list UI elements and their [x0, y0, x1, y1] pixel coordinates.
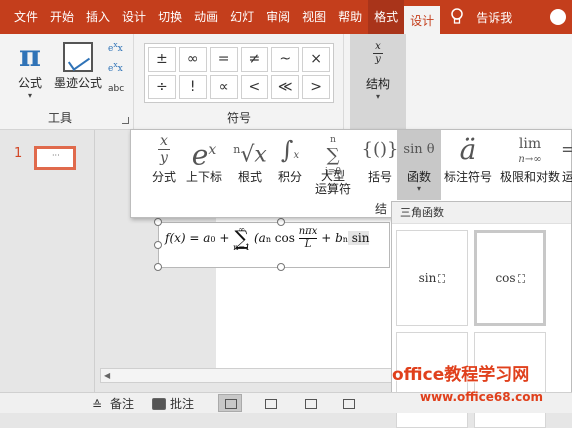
notes-button[interactable]: ≙ 备注: [92, 395, 134, 412]
ribbon: π 公式 ▾ 墨迹公式 exx exx abc 工具 ± ∞ = ≠ ~ × ÷…: [0, 34, 572, 130]
fraction-icon: x y: [350, 42, 406, 65]
ink-equation-icon: [63, 42, 93, 72]
symbol-plus-minus[interactable]: ±: [148, 47, 176, 72]
tab-design[interactable]: 设计: [116, 0, 152, 34]
watermark-url: www.office68.com: [420, 390, 544, 404]
slide-thumbnail[interactable]: ···: [34, 146, 76, 170]
tell-me-label: 告诉我: [476, 10, 513, 25]
tab-help[interactable]: 帮助: [332, 0, 368, 34]
symbol-times[interactable]: ×: [302, 47, 330, 72]
limit-log-button[interactable]: lim n→∞ 极限和对数: [499, 130, 561, 200]
notes-icon: ≙: [92, 397, 103, 412]
tab-animations[interactable]: 动画: [188, 0, 224, 34]
dialog-launcher-icon[interactable]: [122, 117, 129, 124]
symbol-tilde[interactable]: ~: [271, 47, 300, 72]
equation-content[interactable]: f(x) = a0 + ∞ ∑ n=1 (an cos nπx L + bn s…: [165, 225, 370, 252]
equation-textbox[interactable]: f(x) = a0 + ∞ ∑ n=1 (an cos nπx L + bn s…: [154, 218, 390, 271]
symbol-proportional[interactable]: ∝: [209, 74, 238, 99]
chevron-down-icon: ▾: [27, 91, 32, 100]
normal-view-button[interactable]: [218, 394, 242, 412]
summation-icon: n ∑ i=0: [324, 135, 342, 177]
account-icon[interactable]: [550, 9, 566, 25]
group-tools: π 公式 ▾ 墨迹公式 exx exx abc 工具: [0, 34, 134, 130]
symbols-group-label: 符号: [226, 111, 251, 125]
lightbulb-icon: [451, 8, 463, 24]
structures-label: 结构: [365, 77, 390, 91]
slide-thumbnail-pane: 1 ···: [0, 130, 95, 392]
function-icon: sin θ: [403, 142, 435, 157]
symbol-divide[interactable]: ÷: [148, 74, 176, 99]
placeholder-box-icon: [438, 273, 446, 283]
symbol-infinity[interactable]: ∞: [178, 47, 207, 72]
comments-button[interactable]: 批注: [152, 395, 194, 412]
placeholder-box-icon: [517, 273, 525, 283]
equation-button[interactable]: π 公式 ▾: [10, 39, 50, 101]
tab-insert[interactable]: 插入: [80, 0, 116, 34]
tell-me[interactable]: 告诉我: [450, 8, 512, 26]
equation-label: 公式: [17, 76, 42, 90]
resize-handle[interactable]: [154, 241, 162, 249]
resize-handle[interactable]: [277, 263, 285, 271]
symbol-much-less[interactable]: ≪: [271, 74, 300, 99]
ribbon-tab-bar: 文件 开始 插入 设计 切换 动画 幻灯 审阅 视图 帮助 格式 设计 告诉我: [0, 0, 572, 34]
tab-format[interactable]: 格式: [368, 0, 405, 34]
slideshow-icon: [343, 399, 355, 409]
normal-text-button[interactable]: abc: [108, 84, 124, 94]
tab-slideshow[interactable]: 幻灯: [224, 0, 260, 34]
cos-function-item[interactable]: cos: [474, 230, 546, 326]
slide-sorter-icon: [265, 399, 277, 409]
scroll-left-icon[interactable]: ◀: [104, 371, 110, 380]
slide-number: 1: [14, 146, 23, 161]
tab-view[interactable]: 视图: [296, 0, 332, 34]
operator-icon: =: [561, 139, 572, 160]
linear-icon[interactable]: exx: [108, 60, 123, 74]
slide-sorter-button[interactable]: [258, 394, 282, 412]
tab-equation-design[interactable]: 设计: [404, 6, 441, 34]
reading-view-icon: [305, 399, 317, 409]
tab-transitions[interactable]: 切换: [152, 0, 188, 34]
group-symbols: ± ∞ = ≠ ~ × ÷ ! ∝ < ≪ > 符号: [134, 34, 344, 130]
superscript-icon: ex: [191, 138, 217, 172]
resize-handle[interactable]: [154, 263, 162, 271]
symbol-less-than[interactable]: <: [240, 74, 269, 99]
gallery-heading: 三角函数: [392, 202, 571, 224]
limit-icon: lim n→∞: [518, 136, 542, 165]
symbol-greater-than[interactable]: >: [302, 74, 330, 99]
tab-file[interactable]: 文件: [8, 0, 44, 34]
large-operator-button[interactable]: n ∑ i=0 大型 运算符: [307, 130, 359, 200]
tools-group-label: 工具: [47, 111, 72, 125]
horizontal-scrollbar[interactable]: ◀: [100, 368, 392, 383]
accent-icon: ä: [459, 133, 477, 166]
accent-button[interactable]: ä 标注符号: [441, 130, 495, 200]
ink-equation-button[interactable]: 墨迹公式: [52, 40, 104, 91]
structures-group-label: 结: [375, 202, 388, 216]
sin-function-item[interactable]: sin: [396, 230, 468, 326]
symbol-gallery: ± ∞ = ≠ ~ × ÷ ! ∝ < ≪ >: [144, 43, 334, 103]
chevron-down-icon: ▾: [375, 92, 380, 101]
resize-handle[interactable]: [154, 218, 162, 226]
tab-review[interactable]: 审阅: [260, 0, 296, 34]
normal-view-icon: [225, 399, 237, 409]
notes-label: 备注: [110, 397, 135, 411]
ink-equation-label: 墨迹公式: [53, 76, 102, 90]
tab-home[interactable]: 开始: [44, 0, 80, 34]
symbol-equals[interactable]: =: [209, 47, 238, 72]
reading-view-button[interactable]: [298, 394, 322, 412]
pi-icon: π: [19, 39, 41, 74]
watermark-text: office教程学习网: [392, 365, 530, 385]
script-button[interactable]: ex 上下标: [181, 130, 227, 200]
symbol-not-equal[interactable]: ≠: [240, 47, 269, 72]
slideshow-button[interactable]: [336, 394, 360, 412]
operator-button[interactable]: = 运: [561, 130, 572, 200]
structures-button[interactable]: x y 结构 ▾: [350, 34, 406, 130]
symbol-factorial[interactable]: !: [178, 74, 207, 99]
function-button[interactable]: sin θ 函数 ▾: [397, 130, 441, 200]
comments-label: 批注: [170, 397, 195, 411]
professional-icon[interactable]: exx: [108, 40, 123, 54]
chevron-down-icon: ▾: [416, 184, 421, 193]
comment-icon: [152, 397, 166, 410]
